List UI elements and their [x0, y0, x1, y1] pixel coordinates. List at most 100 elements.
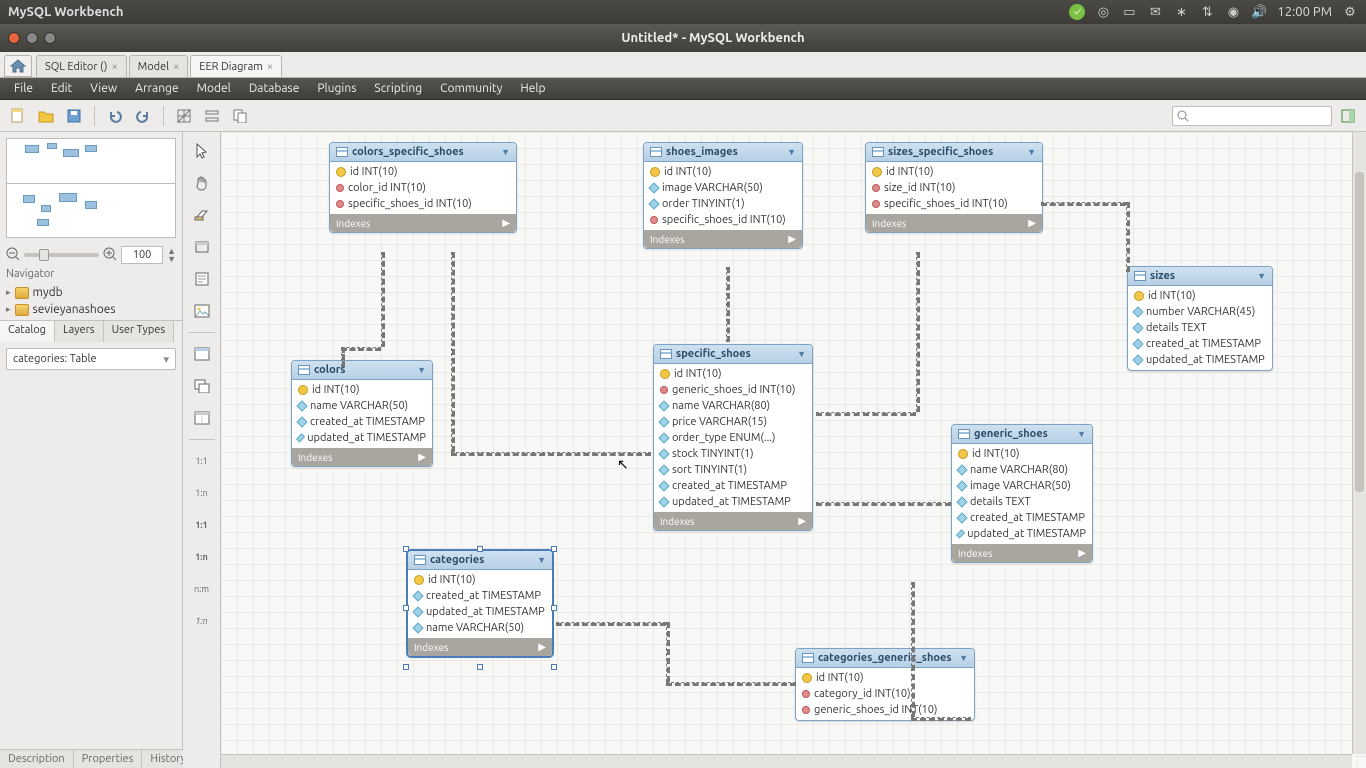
column[interactable]: created_at TIMESTAMP: [292, 414, 432, 430]
relationship-line[interactable]: [816, 502, 951, 506]
vertical-scrollbar[interactable]: [1352, 132, 1366, 754]
zoom-value[interactable]: 100: [121, 246, 163, 264]
column[interactable]: image VARCHAR(50): [952, 478, 1092, 494]
doc-tab[interactable]: SQL Editor ()×: [36, 55, 127, 77]
column[interactable]: created_at TIMESTAMP: [1128, 336, 1272, 352]
menu-arrange[interactable]: Arrange: [127, 80, 186, 97]
column[interactable]: id INT(10): [1128, 288, 1272, 304]
collapse-icon[interactable]: ▼: [417, 365, 426, 375]
doc-tab[interactable]: EER Diagram×: [190, 55, 282, 77]
wifi-icon[interactable]: ◉: [1225, 4, 1241, 20]
menu-help[interactable]: Help: [512, 80, 553, 97]
close-tab-icon[interactable]: ×: [267, 61, 273, 73]
entity-categories_generic_shoes[interactable]: categories_generic_shoes▼id INT(10)categ…: [795, 648, 975, 721]
column[interactable]: specific_shoes_id INT(10): [330, 196, 516, 212]
grid-toggle-button[interactable]: [172, 104, 196, 128]
clock[interactable]: 12:00 PM: [1277, 5, 1332, 19]
object-selector[interactable]: categories: Table ▾: [6, 348, 176, 370]
relationship-line[interactable]: [666, 622, 670, 682]
relationship-line[interactable]: [341, 347, 381, 351]
rel-existing-tool[interactable]: 1:n: [188, 608, 216, 634]
note-tool[interactable]: [188, 266, 216, 292]
collapse-icon[interactable]: ▼: [1027, 147, 1036, 157]
display-icon[interactable]: ▭: [1121, 4, 1137, 20]
column[interactable]: order TINYINT(1): [644, 196, 802, 212]
expand-icon[interactable]: ▸: [6, 287, 11, 298]
indexes-section[interactable]: Indexes▶: [408, 638, 552, 656]
rel-1-n-id-tool[interactable]: 1:n: [188, 544, 216, 570]
column[interactable]: sort TINYINT(1): [654, 462, 812, 478]
collapse-icon[interactable]: ▼: [501, 147, 510, 157]
undo-button[interactable]: [103, 104, 127, 128]
menu-view[interactable]: View: [82, 80, 125, 97]
relationship-line[interactable]: [451, 252, 455, 452]
power-icon[interactable]: ⚙: [1342, 4, 1358, 20]
home-button[interactable]: [4, 55, 32, 77]
volume-icon[interactable]: 🔊: [1251, 4, 1267, 20]
entity-shoes_images[interactable]: shoes_images▼id INT(10)image VARCHAR(50)…: [643, 142, 803, 249]
zoom-slider[interactable]: [24, 253, 99, 257]
bottom-tab-description[interactable]: Description: [0, 750, 74, 768]
column[interactable]: updated_at TIMESTAMP: [408, 604, 552, 620]
rel-1-n-tool[interactable]: 1:n: [188, 480, 216, 506]
collapse-icon[interactable]: ▼: [959, 653, 968, 663]
doc-tab[interactable]: Model×: [129, 55, 189, 77]
update-ok-icon[interactable]: ✓: [1069, 4, 1085, 20]
column[interactable]: image VARCHAR(50): [644, 180, 802, 196]
new-routine-group-tool[interactable]: [188, 405, 216, 431]
entity-specific_shoes[interactable]: specific_shoes▼id INT(10)generic_shoes_i…: [653, 344, 813, 531]
menu-scripting[interactable]: Scripting: [366, 80, 430, 97]
close-tab-icon[interactable]: ×: [111, 61, 117, 73]
schema-tree-item[interactable]: ▸mydb: [0, 284, 182, 301]
entity-sizes[interactable]: sizes▼id INT(10)number VARCHAR(45)detail…: [1127, 266, 1273, 371]
image-tool[interactable]: [188, 298, 216, 324]
column[interactable]: created_at TIMESTAMP: [952, 510, 1092, 526]
copy-button[interactable]: [228, 104, 252, 128]
menu-edit[interactable]: Edit: [43, 80, 80, 97]
column[interactable]: updated_at TIMESTAMP: [292, 430, 432, 446]
horizontal-scrollbar[interactable]: [221, 754, 1352, 768]
layer-tool[interactable]: [188, 234, 216, 260]
selection-handle[interactable]: [403, 664, 409, 670]
maximize-window-button[interactable]: [44, 32, 56, 44]
entity-header[interactable]: categories▼: [408, 551, 552, 570]
column[interactable]: name VARCHAR(50): [408, 620, 552, 636]
column[interactable]: created_at TIMESTAMP: [654, 478, 812, 494]
relationship-line[interactable]: [911, 717, 971, 721]
column[interactable]: details TEXT: [1128, 320, 1272, 336]
selection-handle[interactable]: [403, 605, 409, 611]
column[interactable]: id INT(10): [644, 164, 802, 180]
new-view-tool[interactable]: [188, 373, 216, 399]
entity-header[interactable]: sizes_specific_shoes▼: [866, 143, 1042, 162]
column[interactable]: name VARCHAR(80): [654, 398, 812, 414]
column[interactable]: order_type ENUM(...): [654, 430, 812, 446]
sidebar-tab-user-types[interactable]: User Types: [104, 321, 175, 342]
selection-handle[interactable]: [551, 664, 557, 670]
menu-community[interactable]: Community: [432, 80, 510, 97]
expand-icon[interactable]: ▸: [6, 304, 11, 315]
column[interactable]: category_id INT(10): [796, 686, 974, 702]
mail-icon[interactable]: ✉: [1147, 4, 1163, 20]
collapse-icon[interactable]: ▼: [537, 555, 546, 565]
column[interactable]: updated_at TIMESTAMP: [952, 526, 1092, 542]
column[interactable]: id INT(10): [408, 572, 552, 588]
column[interactable]: name VARCHAR(80): [952, 462, 1092, 478]
relationship-line[interactable]: [451, 452, 651, 456]
diagram-canvas[interactable]: colors_specific_shoes▼id INT(10)color_id…: [221, 132, 1366, 768]
new-table-tool[interactable]: [188, 341, 216, 367]
entity-sizes_specific_shoes[interactable]: sizes_specific_shoes▼id INT(10)size_id I…: [865, 142, 1043, 233]
entity-header[interactable]: specific_shoes▼: [654, 345, 812, 364]
pointer-tool[interactable]: [188, 138, 216, 164]
entity-header[interactable]: shoes_images▼: [644, 143, 802, 162]
indexes-section[interactable]: Indexes▶: [644, 230, 802, 248]
column[interactable]: price VARCHAR(15): [654, 414, 812, 430]
entity-colors[interactable]: colors▼id INT(10)name VARCHAR(50)created…: [291, 360, 433, 467]
expand-indexes-icon[interactable]: ▶: [502, 217, 510, 229]
relationship-line[interactable]: [666, 682, 796, 686]
relationship-line[interactable]: [1041, 202, 1126, 206]
expand-indexes-icon[interactable]: ▶: [1078, 547, 1086, 559]
column[interactable]: id INT(10): [866, 164, 1042, 180]
selection-handle[interactable]: [551, 605, 557, 611]
schema-tree-item[interactable]: ▸sevieyanashoes: [0, 301, 182, 318]
eraser-tool[interactable]: [188, 202, 216, 228]
